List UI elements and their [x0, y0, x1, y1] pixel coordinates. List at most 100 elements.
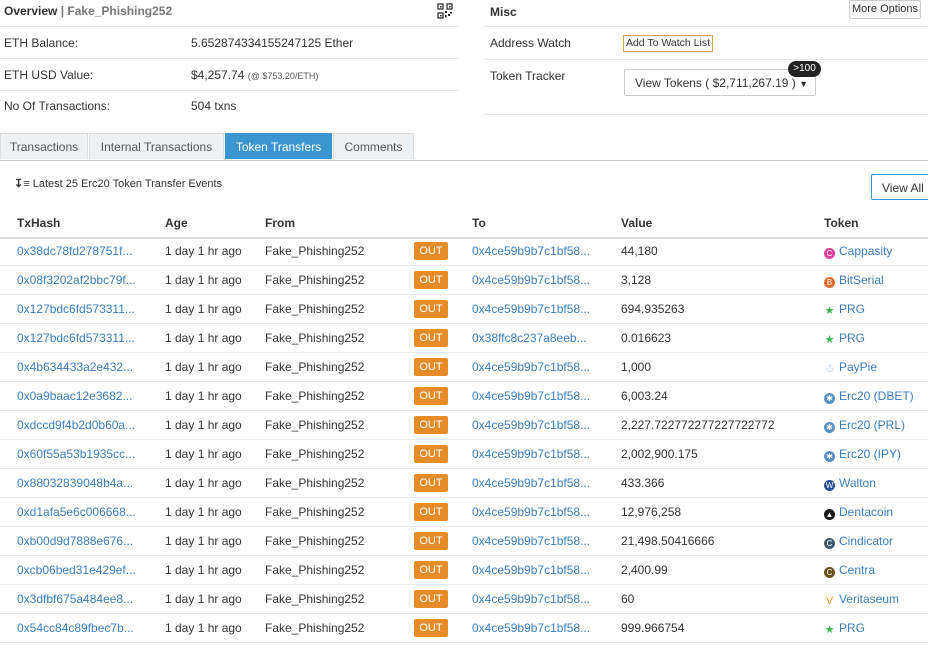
misc-title: Misc	[490, 5, 517, 19]
tab-comments[interactable]: Comments	[333, 133, 414, 159]
tx-hash-link[interactable]: 0x4b634433a2e432...	[17, 353, 133, 382]
tab-token-transfers[interactable]: Token Transfers	[225, 133, 332, 159]
to-address-link[interactable]: 0x4ce59b9b7c1bf58...	[472, 382, 590, 411]
tx-hash-link[interactable]: 0xb00d9d7888e676...	[17, 527, 133, 556]
from-cell: Fake_Phishing252	[265, 534, 365, 548]
token-link[interactable]: V Veritaseum	[824, 585, 899, 614]
tx-hash-link[interactable]: 0x0a9baac12e3682...	[17, 382, 132, 411]
tx-hash-link[interactable]: 0xdccd9f4b2d0b60a...	[17, 411, 135, 440]
token-name: Erc20 (DBET)	[839, 389, 914, 403]
value-cell: 2,400.99	[621, 563, 668, 577]
from-cell: Fake_Phishing252	[265, 389, 365, 403]
to-address-link[interactable]: 0x4ce59b9b7c1bf58...	[472, 614, 590, 643]
tx-hash-link[interactable]: 0x08f3202af2bbc79f...	[17, 266, 136, 295]
age-cell: 1 day 1 hr ago	[165, 505, 242, 519]
tx-hash-link[interactable]: 0x88032839048b4a...	[17, 469, 133, 498]
divider	[484, 26, 928, 27]
usd-label: ETH USD Value:	[4, 68, 94, 82]
direction-badge: OUT	[414, 329, 448, 347]
age-cell: 1 day 1 hr ago	[165, 621, 242, 635]
token-link[interactable]: ▲ Dentacoin	[824, 498, 893, 527]
token-link[interactable]: ★ PRG	[824, 295, 865, 324]
address-name: Fake_Phishing252	[67, 4, 173, 18]
tx-hash-link[interactable]: 0x127bdc6fd573311...	[17, 295, 135, 324]
token-link[interactable]: B BitSerial	[824, 266, 884, 295]
usd-amount: $4,257.74	[191, 68, 245, 82]
age-cell: 1 day 1 hr ago	[165, 273, 242, 287]
to-address-link[interactable]: 0x4ce59b9b7c1bf58...	[472, 585, 590, 614]
to-address-link[interactable]: 0x4ce59b9b7c1bf58...	[472, 295, 590, 324]
token-name: PayPie	[839, 360, 878, 374]
to-address-link[interactable]: 0x4ce59b9b7c1bf58...	[472, 440, 590, 469]
tx-hash-link[interactable]: 0x60f55a53b1935cc...	[17, 440, 135, 469]
value-cell: 6,003.24	[621, 389, 668, 403]
token-tracker-label: Token Tracker	[490, 69, 566, 83]
table-row: 0xdccd9f4b2d0b60a... 1 day 1 hr ago Fake_P…	[0, 411, 928, 440]
to-address-link[interactable]: 0x4ce59b9b7c1bf58...	[472, 353, 590, 382]
age-cell: 1 day 1 hr ago	[165, 534, 242, 548]
table-row: 0xb00d9d7888e676... 1 day 1 hr ago Fake_Ph…	[0, 527, 928, 556]
to-address-link[interactable]: 0x4ce59b9b7c1bf58...	[472, 237, 590, 266]
events-title: ↧≡ Latest 25 Erc20 Token Transfer Events	[14, 177, 222, 190]
col-header-to: To	[472, 216, 486, 230]
view-tokens-dropdown[interactable]: View Tokens ( $2,711,267.19 ) ▼	[624, 69, 816, 96]
token-link[interactable]: ✱ Erc20 (PRL)	[824, 411, 905, 440]
token-link[interactable]: C Centra	[824, 556, 875, 585]
token-link[interactable]: ★ PRG	[824, 324, 865, 353]
qr-code-icon[interactable]	[437, 3, 453, 19]
tab-transactions[interactable]: Transactions	[0, 133, 88, 159]
caret-down-icon: ▼	[799, 79, 809, 89]
tx-hash-link[interactable]: 0x38dc78fd278751f...	[17, 237, 132, 266]
age-cell: 1 day 1 hr ago	[165, 592, 242, 606]
tx-hash-link[interactable]: 0x127bdc6fd573311...	[17, 324, 135, 353]
to-address-link[interactable]: 0x4ce59b9b7c1bf58...	[472, 498, 590, 527]
balance-value: 5.652874334155247125 Ether	[191, 36, 354, 50]
to-address-link[interactable]: 0x4ce59b9b7c1bf58...	[472, 469, 590, 498]
from-cell: Fake_Phishing252	[265, 273, 365, 287]
add-to-watch-list-button[interactable]: Add To Watch List	[623, 35, 713, 52]
cappasity-icon: C	[824, 248, 835, 259]
direction-badge: OUT	[414, 416, 448, 434]
tx-hash-link[interactable]: 0xd1afa5e6c006668...	[17, 498, 136, 527]
table-row: 0x54cc84c89fbec7b... 1 day 1 hr ago Fake_P…	[0, 614, 928, 643]
token-link[interactable]: W Walton	[824, 469, 876, 498]
paypie-icon: ☃	[824, 363, 835, 375]
from-cell: Fake_Phishing252	[265, 505, 365, 519]
overview-title: Overview | Fake_Phishing252	[4, 4, 172, 18]
token-name: Cappasity	[839, 244, 893, 258]
to-address-link[interactable]: 0x4ce59b9b7c1bf58...	[472, 556, 590, 585]
age-cell: 1 day 1 hr ago	[165, 418, 242, 432]
cindicator-icon: C	[824, 538, 835, 549]
tx-hash-link[interactable]: 0x3dfbf675a484ee8...	[17, 585, 133, 614]
value-cell: 2,227.722772277227722772	[621, 418, 775, 432]
from-cell: Fake_Phishing252	[265, 563, 365, 577]
token-link[interactable]: C Cindicator	[824, 527, 893, 556]
tx-hash-link[interactable]: 0xcb06bed31e429ef...	[17, 556, 136, 585]
to-address-link[interactable]: 0x4ce59b9b7c1bf58...	[472, 266, 590, 295]
tx-count-label: No Of Transactions:	[4, 99, 111, 113]
token-link[interactable]: C Cappasity	[824, 237, 892, 266]
token-link[interactable]: ✱ Erc20 (IPY)	[824, 440, 901, 469]
direction-badge: OUT	[414, 300, 448, 318]
direction-badge: OUT	[414, 445, 448, 463]
to-address-link[interactable]: 0x4ce59b9b7c1bf58...	[472, 411, 590, 440]
tx-hash-link[interactable]: 0x54cc84c89fbec7b...	[17, 614, 134, 643]
tab-internal-transactions[interactable]: Internal Transactions	[89, 133, 224, 159]
value-cell: 433.366	[621, 476, 665, 490]
more-options-button[interactable]: More Options	[849, 0, 921, 19]
token-link[interactable]: ★ PRG	[824, 614, 865, 643]
to-address-link[interactable]: 0x38ffc8c237a8eeb...	[472, 324, 587, 353]
direction-badge: OUT	[414, 387, 448, 405]
divider	[484, 114, 928, 115]
from-cell: Fake_Phishing252	[265, 331, 365, 345]
value-cell: 999.966754	[621, 621, 685, 635]
direction-badge: OUT	[414, 503, 448, 521]
token-link[interactable]: ✱ Erc20 (DBET)	[824, 382, 914, 411]
token-link[interactable]: ☃ PayPie	[824, 353, 877, 382]
view-all-button[interactable]: View All	[871, 174, 928, 200]
token-name: Walton	[839, 476, 876, 490]
table-row: 0x0a9baac12e3682... 1 day 1 hr ago Fake_Ph…	[0, 382, 928, 411]
token-name: Erc20 (IPY)	[839, 447, 902, 461]
value-cell: 2,002,900.175	[621, 447, 698, 461]
to-address-link[interactable]: 0x4ce59b9b7c1bf58...	[472, 527, 590, 556]
